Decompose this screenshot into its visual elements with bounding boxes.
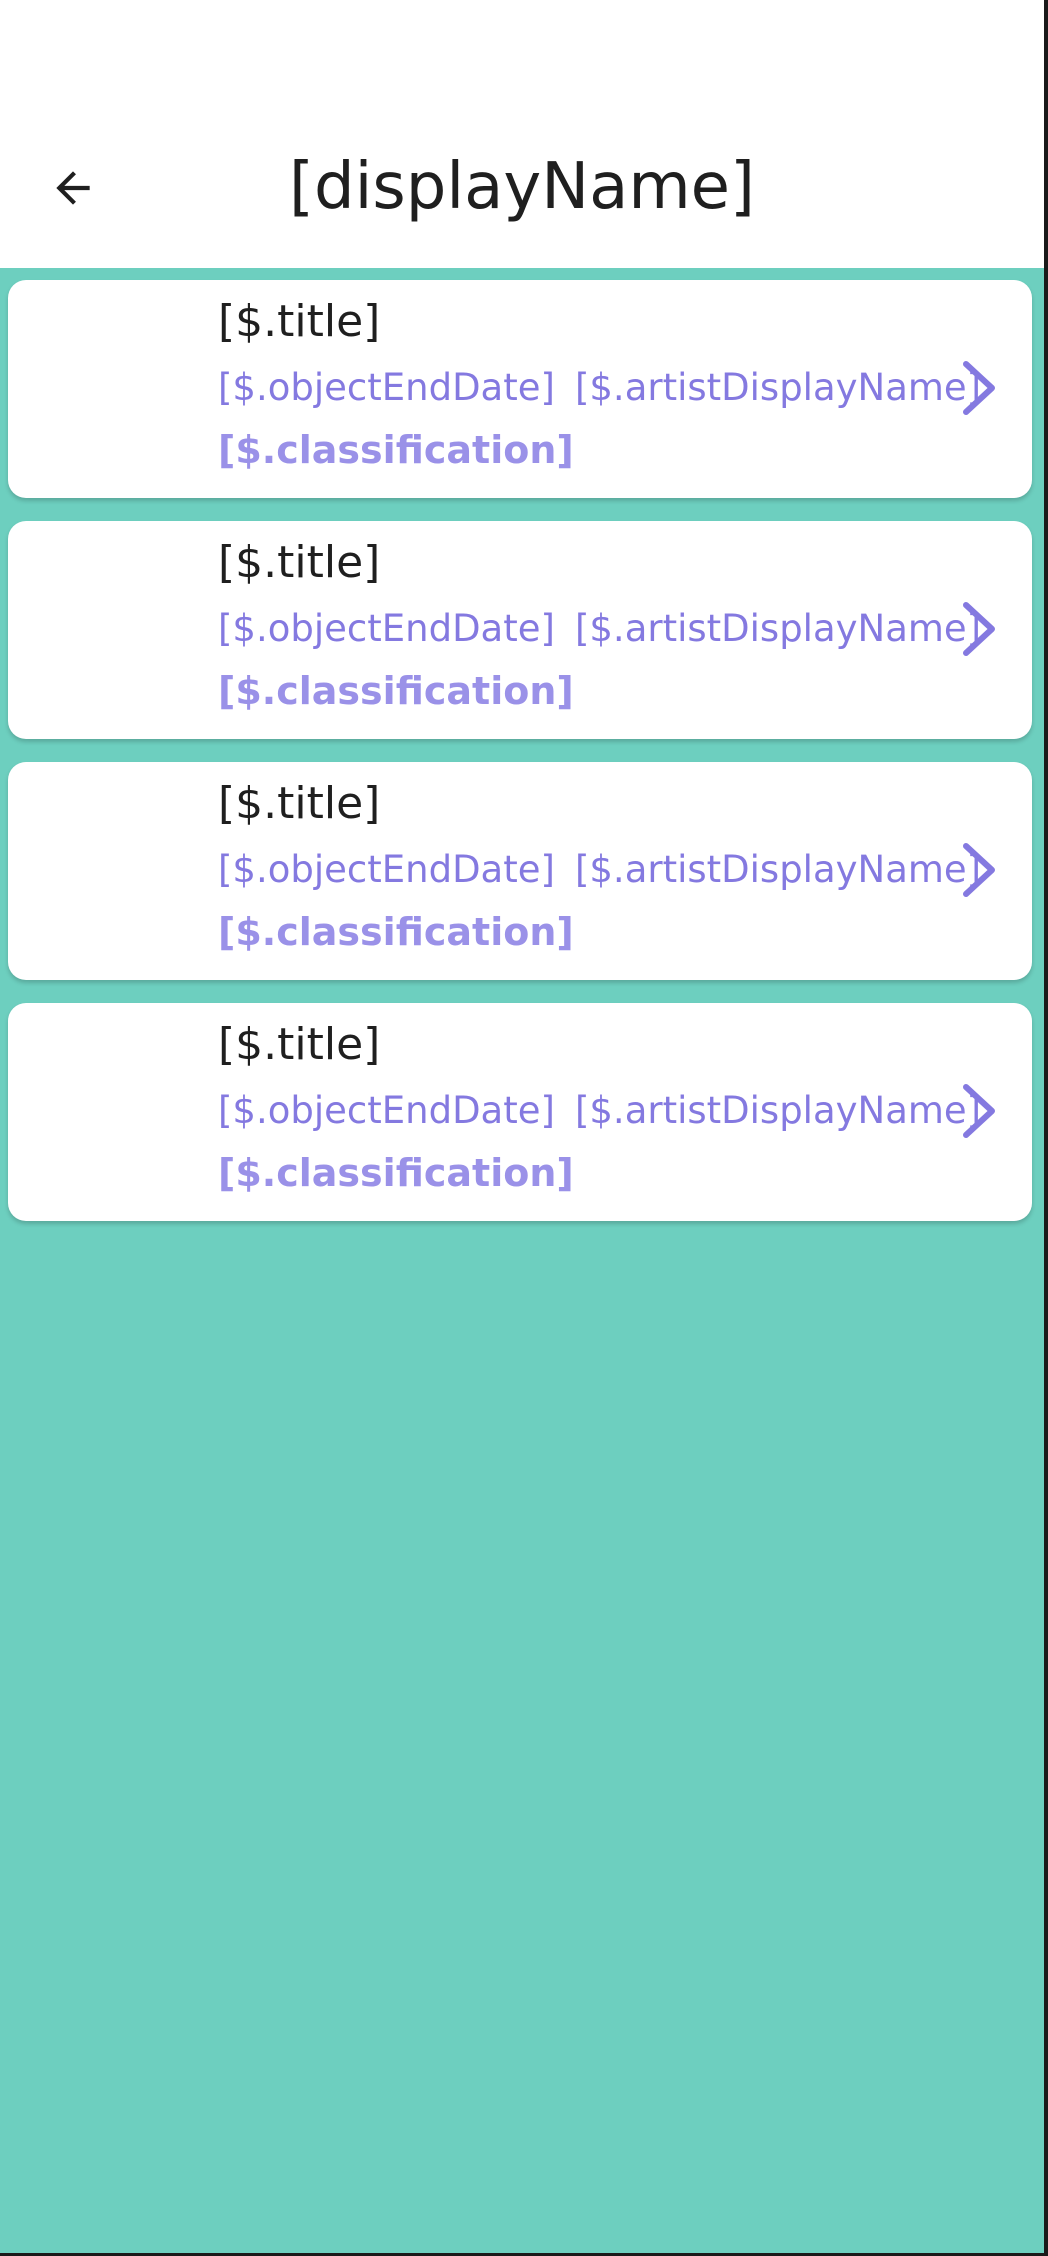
item-end-date: [$.objectEndDate] <box>218 1089 555 1132</box>
screen: [displayName] [$.title] [$.objectEndDate… <box>0 0 1048 2256</box>
screen-edge <box>1044 0 1048 2256</box>
chevron-right-icon <box>958 1081 1002 1141</box>
item-title: [$.title] <box>218 537 381 588</box>
list-item[interactable]: [$.title] [$.objectEndDate] [$.artistDisp… <box>8 762 1032 980</box>
list-item[interactable]: [$.title] [$.objectEndDate] [$.artistDisp… <box>8 521 1032 739</box>
item-title: [$.title] <box>218 1019 381 1070</box>
item-classification: [$.classification] <box>218 910 574 954</box>
item-meta: [$.objectEndDate] [$.artistDisplayName] <box>218 607 981 650</box>
item-meta: [$.objectEndDate] [$.artistDisplayName] <box>218 366 981 409</box>
chevron-right-icon <box>958 840 1002 900</box>
list-item[interactable]: [$.title] [$.objectEndDate] [$.artistDisp… <box>8 1003 1032 1221</box>
chevron-right-icon <box>958 358 1002 418</box>
item-meta: [$.objectEndDate] [$.artistDisplayName] <box>218 848 981 891</box>
item-artist: [$.artistDisplayName] <box>574 1089 982 1132</box>
item-title: [$.title] <box>218 296 381 347</box>
item-classification: [$.classification] <box>218 428 574 472</box>
item-artist: [$.artistDisplayName] <box>574 366 982 409</box>
list-item[interactable]: [$.title] [$.objectEndDate] [$.artistDisp… <box>8 280 1032 498</box>
app-bar: [displayName] <box>0 110 1044 268</box>
item-classification: [$.classification] <box>218 1151 574 1195</box>
item-artist: [$.artistDisplayName] <box>574 848 982 891</box>
page-title: [displayName] <box>289 150 755 224</box>
chevron-right-icon <box>958 599 1002 659</box>
item-classification: [$.classification] <box>218 669 574 713</box>
item-title: [$.title] <box>218 778 381 829</box>
status-bar <box>0 0 1044 110</box>
object-list: [$.title] [$.objectEndDate] [$.artistDisp… <box>8 280 1032 1244</box>
item-end-date: [$.objectEndDate] <box>218 366 555 409</box>
item-meta: [$.objectEndDate] [$.artistDisplayName] <box>218 1089 981 1132</box>
item-artist: [$.artistDisplayName] <box>574 607 982 650</box>
item-end-date: [$.objectEndDate] <box>218 848 555 891</box>
item-end-date: [$.objectEndDate] <box>218 607 555 650</box>
